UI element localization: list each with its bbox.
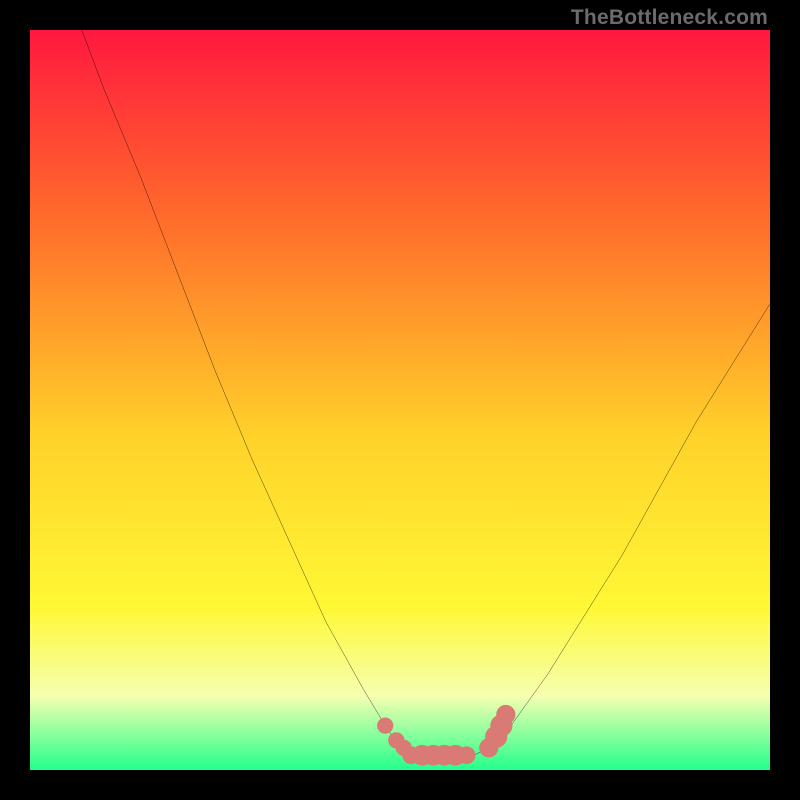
marker-dot (377, 717, 393, 733)
watermark-text: TheBottleneck.com (571, 6, 768, 30)
plot-area (30, 30, 770, 770)
bottleneck-curve-left (82, 30, 415, 755)
chart-frame: TheBottleneck.com (0, 0, 800, 800)
marker-dot (496, 705, 515, 724)
curve-overlay (30, 30, 770, 770)
highlighted-points (377, 705, 515, 766)
bottleneck-curve-right (474, 304, 770, 755)
marker-dot (458, 746, 476, 764)
